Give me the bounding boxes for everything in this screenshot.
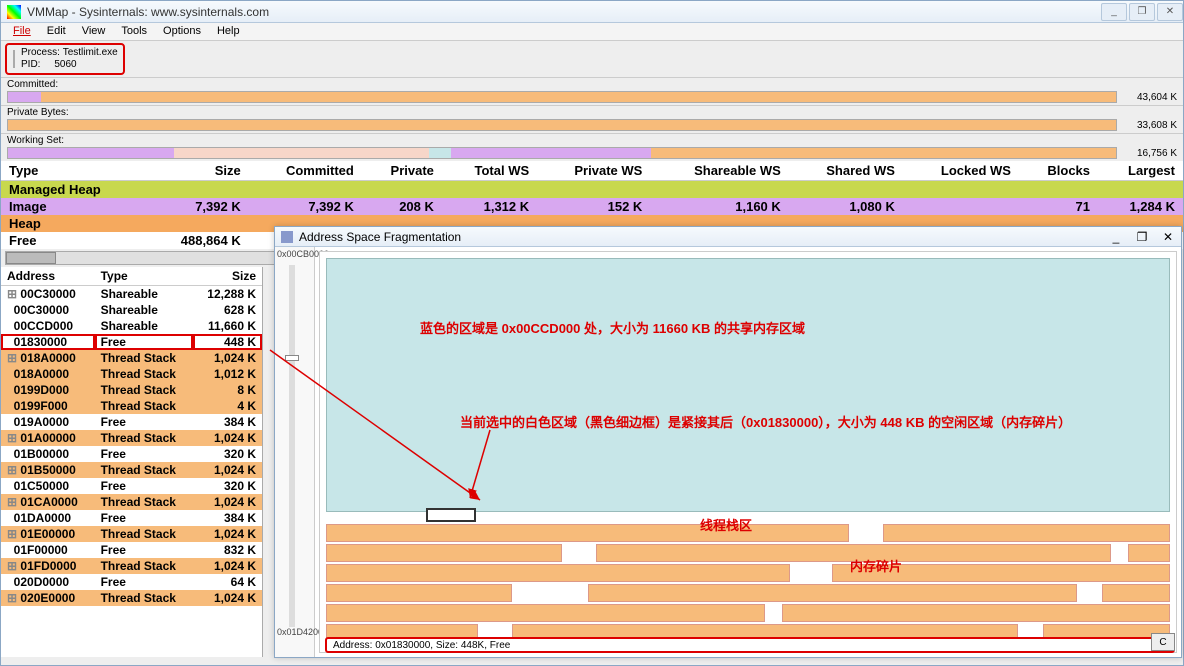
type-col-type[interactable]: Type: [1, 161, 146, 181]
addr-row[interactable]: 0199D000Thread Stack8 K: [1, 382, 262, 398]
type-col-locked-ws[interactable]: Locked WS: [903, 161, 1019, 181]
col-type[interactable]: Type: [95, 267, 194, 286]
addr-icon: [281, 231, 293, 243]
type-row[interactable]: Image7,392 K7,392 K208 K1,312 K152 K1,16…: [1, 198, 1183, 215]
addr-row[interactable]: 01DA0000Free384 K: [1, 510, 262, 526]
process-label: Process:: [21, 47, 60, 58]
addr-titlebar[interactable]: Address Space Fragmentation _ ❐ ✕: [275, 227, 1181, 247]
addr-row[interactable]: ⊞ 01CA0000Thread Stack1,024 K: [1, 494, 262, 510]
menu-file[interactable]: File: [5, 23, 39, 40]
addr-status-bar: Address: 0x01830000, Size: 448K, Free: [325, 637, 1175, 653]
private-bar: [7, 119, 1117, 131]
pid-value: 5060: [54, 59, 76, 70]
app-icon: [7, 5, 21, 19]
menu-options[interactable]: Options: [155, 23, 209, 40]
addr-row[interactable]: 01B00000Free320 K: [1, 446, 262, 462]
address-list[interactable]: Address Type Size ⊞ 00C30000Shareable12,…: [1, 267, 263, 657]
addr-window-title: Address Space Fragmentation: [299, 230, 1103, 244]
addr-ok-button[interactable]: C: [1151, 633, 1175, 651]
process-name: Testlimit.exe: [63, 47, 118, 58]
type-col-total-ws[interactable]: Total WS: [442, 161, 537, 181]
addr-row[interactable]: 01C50000Free320 K: [1, 478, 262, 494]
minimize-button[interactable]: _: [1101, 3, 1127, 21]
type-col-size[interactable]: Size: [146, 161, 248, 181]
workingset-value: 16,756 K: [1117, 148, 1177, 159]
type-col-blocks[interactable]: Blocks: [1019, 161, 1098, 181]
addr-row[interactable]: ⊞ 01FD0000Thread Stack1,024 K: [1, 558, 262, 574]
menubar: File Edit View Tools Options Help: [1, 23, 1183, 41]
committed-label: Committed:: [1, 77, 1183, 91]
addr-close-button[interactable]: ✕: [1155, 230, 1181, 244]
type-col-private[interactable]: Private: [362, 161, 442, 181]
private-value: 33,608 K: [1117, 120, 1177, 131]
menu-view[interactable]: View: [74, 23, 114, 40]
workingset-label: Working Set:: [1, 133, 1183, 147]
type-col-shareable-ws[interactable]: Shareable WS: [650, 161, 788, 181]
addr-status-text: Address: 0x01830000, Size: 448K, Free: [333, 640, 510, 651]
col-address[interactable]: Address: [1, 267, 95, 286]
addr-row[interactable]: 0199F000Thread Stack4 K: [1, 398, 262, 414]
addr-min-button[interactable]: _: [1103, 230, 1129, 244]
committed-value: 43,604 K: [1117, 92, 1177, 103]
menu-help[interactable]: Help: [209, 23, 248, 40]
type-row[interactable]: Managed Heap: [1, 181, 1183, 199]
close-button[interactable]: ✕: [1157, 3, 1183, 21]
addr-row[interactable]: 019A0000Free384 K: [1, 414, 262, 430]
addr-row[interactable]: ⊞ 018A0000Thread Stack1,024 K: [1, 350, 262, 366]
addr-row[interactable]: ⊞ 020E0000Thread Stack1,024 K: [1, 590, 262, 606]
menu-edit[interactable]: Edit: [39, 23, 74, 40]
col-size[interactable]: Size: [193, 267, 262, 286]
addr-row[interactable]: 00CCD000Shareable11,660 K: [1, 318, 262, 334]
maximize-button[interactable]: ❐: [1129, 3, 1155, 21]
menu-tools[interactable]: Tools: [113, 23, 155, 40]
main-titlebar[interactable]: VMMap - Sysinternals: www.sysinternals.c…: [1, 1, 1183, 23]
addr-row[interactable]: 018A0000Thread Stack1,012 K: [1, 366, 262, 382]
type-col-shared-ws[interactable]: Shared WS: [789, 161, 903, 181]
addr-row[interactable]: 020D0000Free64 K: [1, 574, 262, 590]
type-col-private-ws[interactable]: Private WS: [537, 161, 650, 181]
addr-row[interactable]: 01830000Free448 K: [1, 334, 262, 350]
arrow-2: [460, 420, 520, 510]
addr-max-button[interactable]: ❐: [1129, 230, 1155, 244]
addr-row[interactable]: ⊞ 01B50000Thread Stack1,024 K: [1, 462, 262, 478]
addr-row[interactable]: 00C30000Shareable628 K: [1, 302, 262, 318]
pid-label: PID:: [21, 59, 40, 70]
addr-row[interactable]: 01F00000Free832 K: [1, 542, 262, 558]
process-icon: [13, 50, 15, 68]
arrow-1: [260, 330, 490, 520]
type-col-committed[interactable]: Committed: [249, 161, 362, 181]
addr-row[interactable]: ⊞ 01A00000Thread Stack1,024 K: [1, 430, 262, 446]
type-col-largest[interactable]: Largest: [1098, 161, 1183, 181]
process-info: Process: Testlimit.exe PID: 5060: [5, 43, 125, 75]
addr-row[interactable]: ⊞ 00C30000Shareable12,288 K: [1, 286, 262, 303]
committed-bar: [7, 91, 1117, 103]
window-title: VMMap - Sysinternals: www.sysinternals.c…: [27, 5, 1099, 19]
private-label: Private Bytes:: [1, 105, 1183, 119]
addr-row[interactable]: ⊞ 01E00000Thread Stack1,024 K: [1, 526, 262, 542]
workingset-bar: [7, 147, 1117, 159]
